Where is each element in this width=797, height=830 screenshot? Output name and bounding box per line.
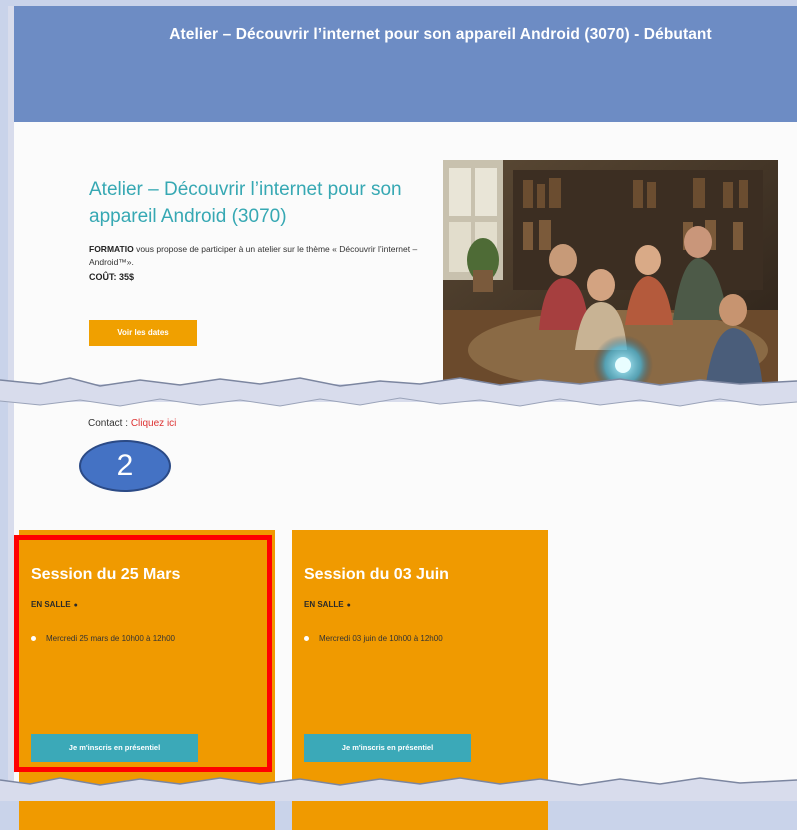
workshop-photo	[443, 160, 778, 390]
info-icon[interactable]: ●	[347, 602, 351, 609]
mode-label: EN SALLE	[304, 600, 344, 609]
contact-label: Contact :	[88, 418, 129, 429]
description-text: vous propose de participer à un atelier …	[89, 244, 418, 267]
slot-text: Mercredi 03 juin de 10h00 à 12h00	[319, 634, 443, 643]
course-description: FORMATIO vous propose de participer à un…	[89, 243, 434, 269]
truncated-contact-line: Contact : Cliquez ici	[88, 418, 176, 429]
brand-name: FORMATIO	[89, 244, 134, 254]
banner-title: Atelier – Découvrir l’internet pour son …	[169, 26, 712, 43]
page-banner: Atelier – Découvrir l’internet pour son …	[14, 6, 797, 122]
course-cost: COÛT: 35$	[89, 272, 135, 282]
torn-edge	[0, 377, 797, 407]
session-mode: EN SALLE ●	[304, 600, 351, 609]
session-slot: Mercredi 03 juin de 10h00 à 12h00	[304, 634, 443, 643]
step-number-badge: 2	[79, 440, 171, 492]
course-title: Atelier – Découvrir l’internet pour son …	[89, 179, 402, 227]
see-dates-button[interactable]: Voir les dates	[89, 320, 197, 346]
bottom-torn-edge	[0, 777, 797, 801]
highlight-box	[14, 535, 272, 772]
bullet-icon	[304, 636, 309, 642]
register-in-person-button[interactable]: Je m'inscris en présentiel	[304, 734, 471, 762]
contact-link[interactable]: Cliquez ici	[131, 418, 177, 429]
session-title: Session du 03 Juin	[304, 566, 449, 583]
